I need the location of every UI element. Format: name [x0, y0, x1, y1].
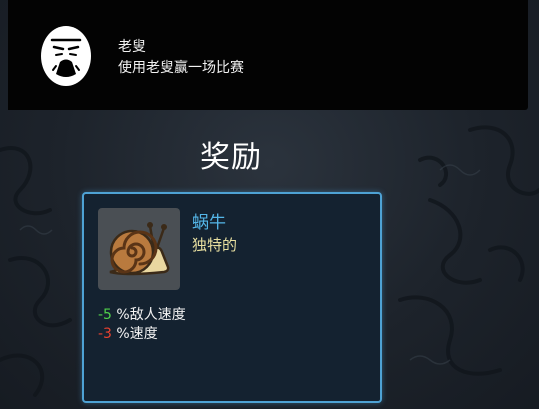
- stat-value: -3: [98, 326, 112, 342]
- snail-icon: [109, 222, 170, 276]
- unlock-condition: 使用老叟赢一场比赛: [118, 60, 244, 76]
- achievement-banner: 老叟 使用老叟赢一场比赛: [8, 0, 528, 110]
- stat-value: -5: [98, 307, 112, 323]
- item-thumbnail: [98, 208, 180, 290]
- stat-label: %速度: [116, 326, 158, 342]
- item-rarity: 独特的: [192, 236, 238, 254]
- reward-title: 奖励: [200, 140, 262, 175]
- character-name: 老叟: [118, 39, 146, 55]
- reward-item-card[interactable]: 蜗牛 独特的 -5 %敌人速度 -3 %速度: [82, 192, 382, 403]
- item-name: 蜗牛: [192, 213, 226, 233]
- stat-label: %敌人速度: [116, 307, 186, 323]
- old-man-icon: [41, 26, 91, 86]
- stat-enemy-speed: -5 %敌人速度: [98, 304, 186, 324]
- stat-speed: -3 %速度: [98, 323, 158, 343]
